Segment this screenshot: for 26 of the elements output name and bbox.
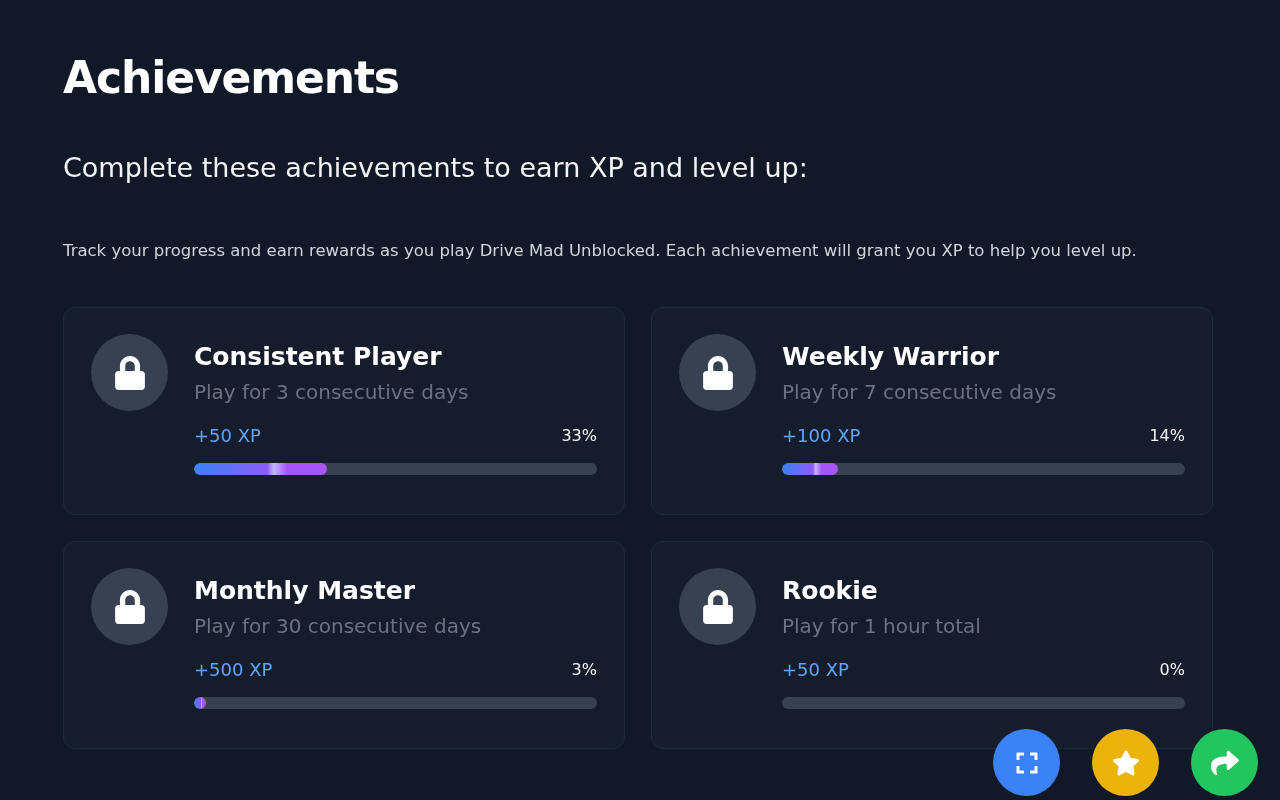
share-icon xyxy=(1210,748,1239,777)
page-description: Track your progress and earn rewards as you play Drive Mad Unblocked. Each achievement will grant you XP to help you level up. xyxy=(63,240,1138,262)
lock-icon xyxy=(112,589,147,624)
page-title: Achievements xyxy=(63,51,400,105)
xp-reward: +50 XP xyxy=(782,658,849,682)
progress-percent: 33% xyxy=(561,424,597,447)
achievement-name: Consistent Player xyxy=(194,341,443,373)
xp-reward: +500 XP xyxy=(194,658,273,682)
lock-icon xyxy=(700,355,735,390)
achievement-name: Rookie xyxy=(782,575,879,607)
achievement-requirement: Play for 30 consecutive days xyxy=(194,613,483,640)
progress-percent: 14% xyxy=(1149,424,1185,447)
fullscreen-icon xyxy=(1014,750,1039,775)
progress-percent: 0% xyxy=(1159,658,1185,681)
lock-icon xyxy=(112,355,147,390)
achievement-name: Weekly Warrior xyxy=(782,341,1001,373)
page-subtitle: Complete these achievements to earn XP and level up: xyxy=(63,151,809,185)
star-icon xyxy=(1111,748,1140,777)
xp-reward: +100 XP xyxy=(782,424,861,448)
progress-percent: 3% xyxy=(571,658,597,681)
achievement-requirement: Play for 1 hour total xyxy=(782,613,982,640)
xp-reward: +50 XP xyxy=(194,424,261,448)
lock-icon xyxy=(700,589,735,624)
achievement-name: Monthly Master xyxy=(194,575,417,607)
achievement-requirement: Play for 3 consecutive days xyxy=(194,379,470,406)
achievement-requirement: Play for 7 consecutive days xyxy=(782,379,1058,406)
